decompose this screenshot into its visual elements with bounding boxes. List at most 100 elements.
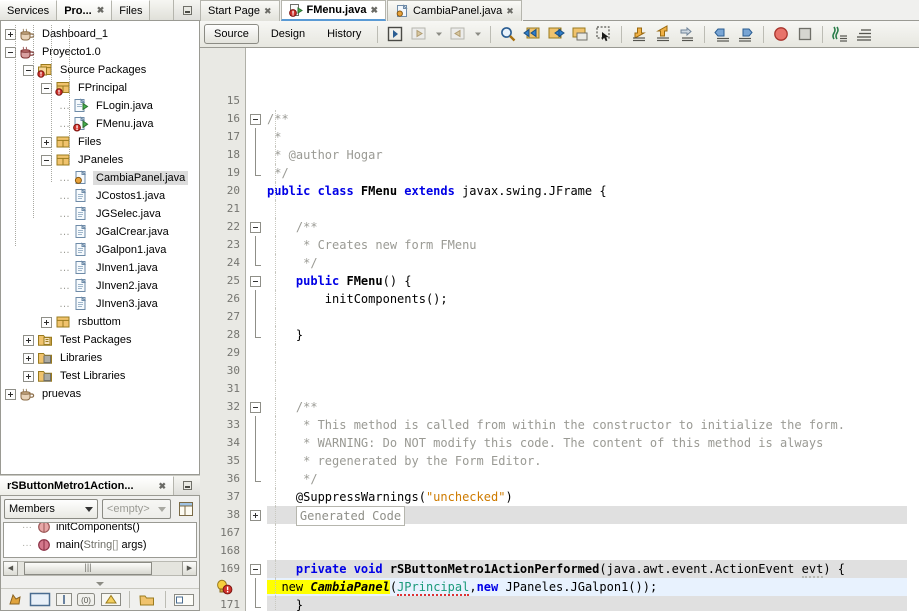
list-item[interactable]: ··· initComponents() (4, 523, 196, 536)
collapse-all-icon[interactable] (853, 24, 875, 45)
tree-node[interactable]: … JGSelec.java (1, 205, 199, 223)
code-line[interactable] (200, 380, 919, 398)
code-line[interactable] (200, 524, 919, 542)
code-line[interactable]: * Creates new form FMenu (200, 236, 919, 254)
palette-button-icon[interactable]: (0) (76, 589, 97, 610)
code-line[interactable]: } (267, 596, 907, 611)
scroll-left-button[interactable]: ◀ (3, 560, 18, 576)
close-icon[interactable]: ✖ (370, 5, 378, 16)
code-line[interactable] (200, 92, 919, 110)
navigator-hscrollbar[interactable]: ◀ ▶ (3, 559, 197, 577)
rectangular-selection-icon[interactable] (593, 24, 615, 45)
tree-node[interactable]: … FMenu.java (1, 115, 199, 133)
tree-node[interactable]: Libraries (1, 349, 199, 367)
folded-code-block[interactable]: Generated Code (295, 506, 406, 526)
scroll-right-button[interactable]: ▶ (182, 560, 197, 576)
code-line[interactable]: /** (200, 398, 919, 416)
shift-line-right-icon[interactable] (652, 24, 674, 45)
back-icon[interactable] (408, 24, 430, 45)
comment-icon[interactable] (711, 24, 733, 45)
tab-services[interactable]: Services (0, 0, 58, 20)
editor-tab-start-page[interactable]: Start Page ✖ (200, 0, 280, 21)
run-file-icon[interactable] (770, 24, 792, 45)
minimize-window-button[interactable] (174, 0, 200, 20)
code-line[interactable]: public class FMenu extends javax.swing.J… (200, 182, 919, 200)
palette-panel-icon[interactable] (29, 589, 52, 610)
tree-node[interactable]: Proyecto1.0 (1, 43, 199, 61)
expand-icon[interactable] (23, 370, 34, 382)
tree-node[interactable]: … FLogin.java (1, 97, 199, 115)
members-filter-combo[interactable]: Members (4, 499, 98, 519)
uncomment-icon[interactable] (735, 24, 757, 45)
code-line[interactable] (200, 362, 919, 380)
forward-dropdown-icon[interactable] (471, 24, 484, 45)
tree-node[interactable]: rsbuttom (1, 313, 199, 331)
palette-label-icon[interactable] (54, 589, 73, 610)
previous-bookmark-icon[interactable] (521, 24, 543, 45)
tree-node[interactable]: FPrincipal (1, 79, 199, 97)
tree-node[interactable]: … JCostos1.java (1, 187, 199, 205)
tab-navigator[interactable]: rSButtonMetro1Action... ✖ (0, 476, 174, 495)
editor-tab-fmenu[interactable]: FMenu.java ✖ (280, 0, 386, 21)
code-line[interactable]: /** (200, 110, 919, 128)
tree-node[interactable]: … JInven1.java (1, 259, 199, 277)
editor-tab-cambiapanel[interactable]: CambiaPanel.java ✖ (386, 0, 522, 21)
tree-node[interactable]: … JGalpon1.java (1, 241, 199, 259)
code-line[interactable] (200, 308, 919, 326)
navigator-view-icon[interactable] (175, 499, 196, 520)
palette-cursor-icon[interactable] (5, 589, 26, 610)
code-line[interactable]: public FMenu() { (200, 272, 919, 290)
tree-node[interactable]: Test Libraries (1, 367, 199, 385)
inspect-icon[interactable] (829, 24, 851, 45)
forward-icon[interactable] (447, 24, 469, 45)
view-tab-source[interactable]: Source (204, 24, 259, 44)
tree-node[interactable]: … JGalCrear.java (1, 223, 199, 241)
code-line[interactable] (200, 542, 919, 560)
code-line[interactable]: } (200, 326, 919, 344)
tree-node[interactable]: JPaneles (1, 151, 199, 169)
tree-node[interactable]: … CambiaPanel.java (1, 169, 199, 187)
secondary-combo[interactable]: <empty> (101, 499, 172, 519)
expand-icon[interactable] (23, 352, 34, 364)
stop-icon[interactable] (794, 24, 816, 45)
tree-node[interactable]: pruevas (1, 385, 199, 403)
back-dropdown-icon[interactable] (432, 24, 445, 45)
palette-warning-icon[interactable] (100, 589, 123, 610)
code-editor[interactable]: 15 16 17 18 19 20 21 22 23 24 25 26 27 28 29 30 31 32 33 34… (200, 48, 919, 611)
members-list[interactable]: ··· initComponents() ··· main(String[] args… (3, 522, 197, 558)
panel-resize-grip[interactable] (1, 579, 199, 588)
tree-node[interactable]: … JInven3.java (1, 295, 199, 313)
tab-files[interactable]: Files (112, 0, 151, 20)
view-tab-history[interactable]: History (317, 24, 371, 44)
expand-icon[interactable] (5, 388, 16, 400)
code-line[interactable]: */ (200, 470, 919, 488)
scroll-track[interactable] (18, 560, 182, 576)
close-icon[interactable]: ✖ (264, 6, 272, 17)
close-icon[interactable]: ✖ (506, 6, 514, 17)
code-line[interactable] (200, 344, 919, 362)
code-line[interactable]: /** (200, 218, 919, 236)
tree-node[interactable]: Test Packages (1, 331, 199, 349)
tree-node[interactable]: … JInven2.java (1, 277, 199, 295)
code-line[interactable]: */ (200, 164, 919, 182)
minimize-navigator-button[interactable] (174, 476, 200, 495)
code-line[interactable] (200, 200, 919, 218)
view-tab-design[interactable]: Design (261, 24, 315, 44)
toggle-bookmark-icon[interactable] (569, 24, 591, 45)
find-selection-icon[interactable] (497, 24, 519, 45)
code-line[interactable]: * (200, 128, 919, 146)
code-line[interactable]: * WARNING: Do NOT modify this code. The … (200, 434, 919, 452)
expand-icon[interactable] (41, 316, 52, 328)
code-line[interactable]: * regenerated by the Form Editor. (200, 452, 919, 470)
project-tree[interactable]: Dashboard_1 Proyecto1.0 Source Packages FPr… (0, 21, 200, 475)
code-line[interactable]: */ (200, 254, 919, 272)
code-line[interactable]: Generated Code (267, 506, 907, 526)
code-line[interactable]: * This method is called from within the … (200, 416, 919, 434)
scroll-thumb[interactable] (24, 561, 152, 575)
editor-code-area[interactable]: /** * * @author Hogar */ public class FMe… (200, 48, 919, 611)
shift-line-left-icon[interactable] (628, 24, 650, 45)
code-line[interactable]: private void rSButtonMetro1ActionPerform… (267, 560, 907, 578)
code-line[interactable]: new CambiaPanel(JPrincipal,new JPaneles.… (267, 578, 907, 596)
start-macro-recording-icon[interactable] (676, 24, 698, 45)
code-line[interactable]: initComponents(); (200, 290, 919, 308)
